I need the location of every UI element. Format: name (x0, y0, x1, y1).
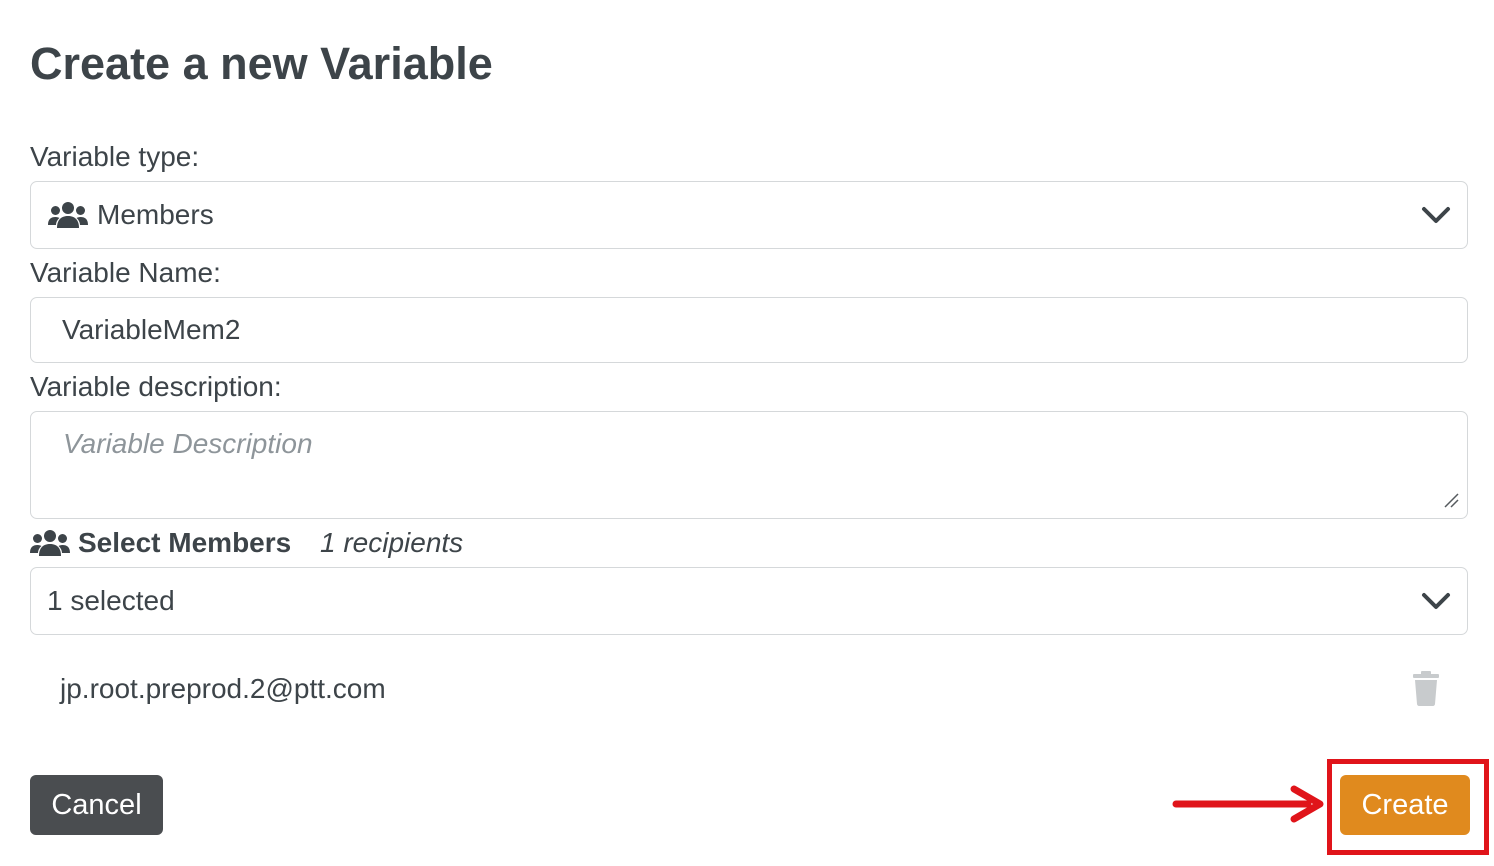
variable-description-placeholder: Variable Description (63, 428, 313, 459)
variable-type-label: Variable type: (30, 141, 200, 172)
trash-icon[interactable] (1410, 670, 1442, 706)
member-email: jp.root.preprod.2@ptt.com (60, 673, 386, 704)
members-selected-count: 1 selected (47, 585, 175, 616)
variable-name-label: Variable Name: (30, 257, 221, 288)
variable-description-textarea[interactable]: Variable Description (30, 411, 1468, 519)
users-icon (30, 530, 70, 556)
chevron-down-icon (1422, 593, 1450, 609)
variable-name-input[interactable]: VariableMem2 (30, 297, 1468, 363)
select-members-title: Select Members (78, 527, 292, 558)
resize-handle-icon[interactable] (1443, 492, 1459, 508)
create-button[interactable]: Create (1340, 775, 1470, 835)
recipients-count: 1 recipients (320, 527, 464, 558)
users-icon (48, 202, 88, 228)
arrow-right-icon (1172, 785, 1324, 823)
create-variable-dialog: Create a new Variable Variable type: Mem… (0, 0, 1494, 866)
dialog-title: Create a new Variable (30, 38, 493, 89)
members-multiselect[interactable]: 1 selected (30, 567, 1468, 635)
variable-name-value: VariableMem2 (62, 314, 241, 345)
cancel-button[interactable]: Cancel (30, 775, 163, 835)
chevron-down-icon (1422, 207, 1450, 223)
variable-description-label: Variable description: (30, 371, 282, 402)
variable-type-value: Members (97, 199, 214, 230)
variable-type-select[interactable]: Members (30, 181, 1468, 249)
